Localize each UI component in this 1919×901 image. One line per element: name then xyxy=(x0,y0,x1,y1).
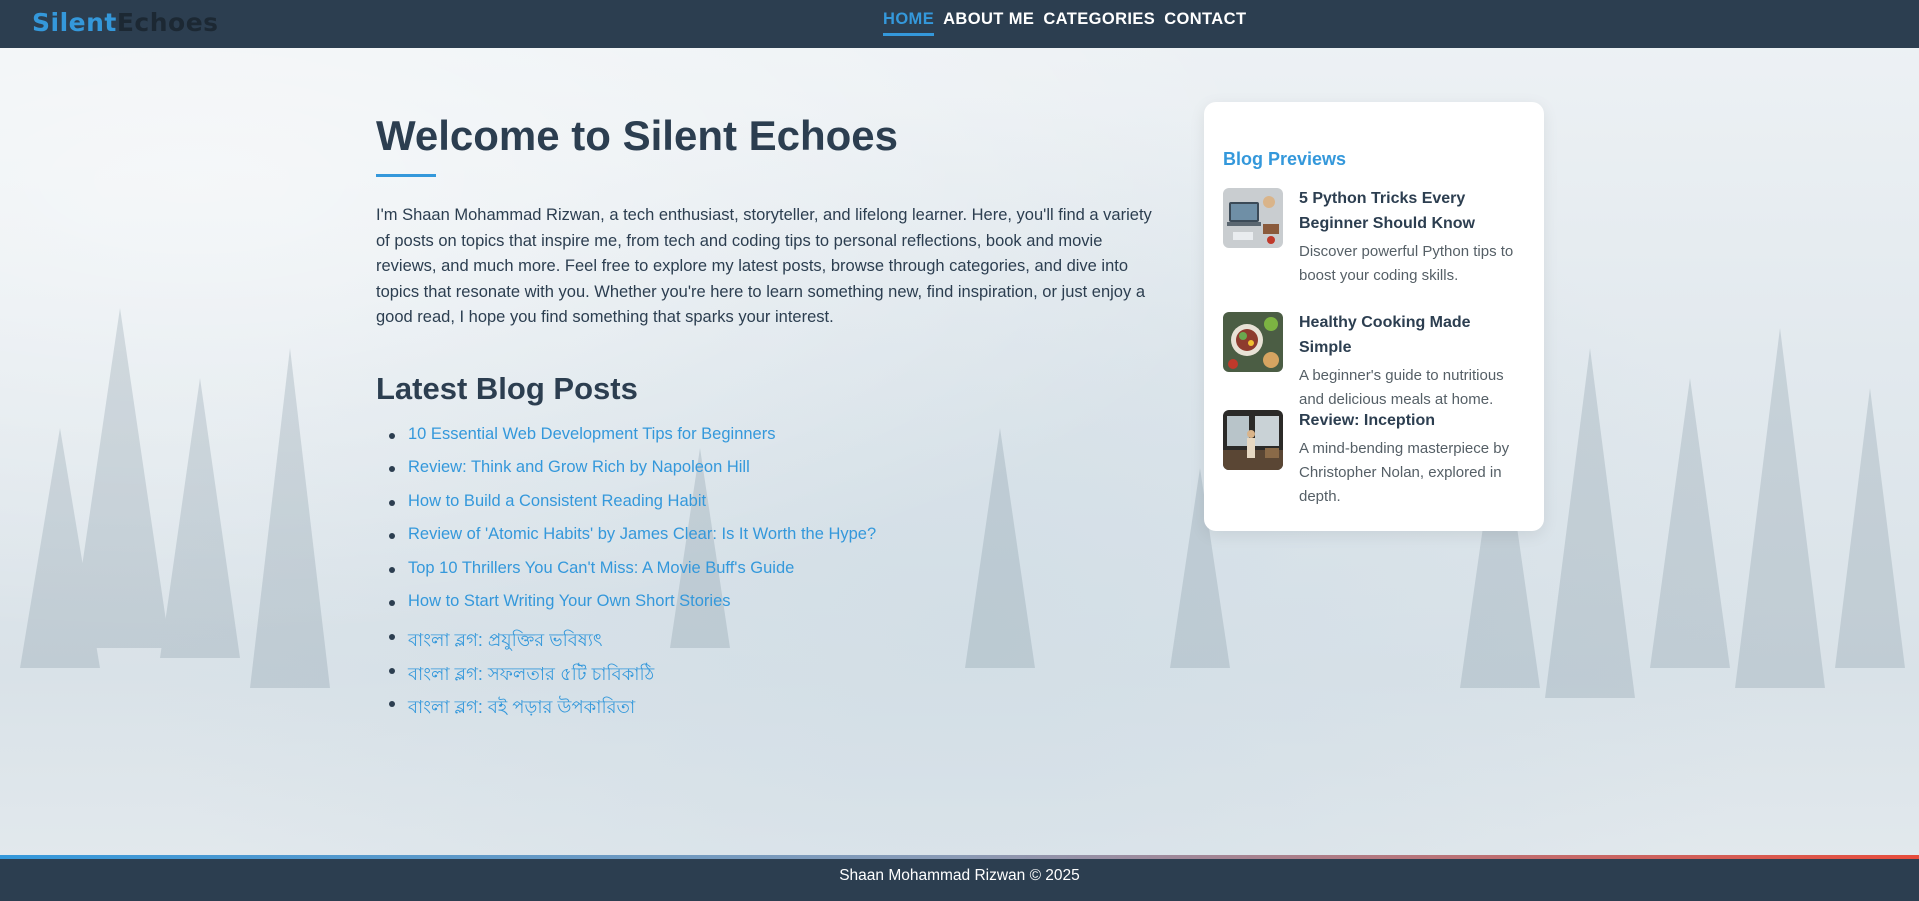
title-underline xyxy=(376,174,436,177)
nav-contact[interactable]: CONTACT xyxy=(1164,10,1246,36)
nav-about-me[interactable]: ABOUT ME xyxy=(943,10,1034,36)
post-link[interactable]: How to Start Writing Your Own Short Stor… xyxy=(408,592,731,610)
laptop-desk-thumbnail[interactable] xyxy=(1223,188,1283,248)
post-list-item: Review of 'Atomic Habits' by James Clear… xyxy=(389,525,1166,559)
preview-title[interactable]: 5 Python Tricks Every Beginner Should Kn… xyxy=(1299,186,1526,236)
top-navbar: SilentEchoes HOME ABOUT ME CATEGORIES CO… xyxy=(0,0,1919,48)
post-list-item: Review: Think and Grow Rich by Napoleon … xyxy=(389,458,1166,492)
post-link[interactable]: Top 10 Thrillers You Can't Miss: A Movie… xyxy=(408,559,794,577)
post-link[interactable]: Review: Think and Grow Rich by Napoleon … xyxy=(408,458,750,476)
preview-title[interactable]: Healthy Cooking Made Simple xyxy=(1299,310,1526,360)
page-title: Welcome to Silent Echoes xyxy=(376,112,899,159)
nav-categories[interactable]: CATEGORIES xyxy=(1043,10,1155,36)
latest-posts-heading: Latest Blog Posts xyxy=(376,370,638,406)
main-content: Welcome to Silent Echoes I'm Shaan Moham… xyxy=(376,108,1166,727)
blog-previews-card: Blog Previews 5 Python Tricks Every Begi… xyxy=(1204,102,1544,531)
logo-part-echoes: Echoes xyxy=(116,8,219,37)
movie-scene-thumbnail[interactable] xyxy=(1223,410,1283,470)
site-logo[interactable]: SilentEchoes xyxy=(32,8,219,37)
post-list-item: বাংলা ব্লগ: বই পড়ার উপকারিতা xyxy=(389,693,1166,727)
logo-part-silent: Silent xyxy=(32,8,117,37)
preview-item[interactable]: Healthy Cooking Made Simple A beginner's… xyxy=(1223,310,1526,408)
post-link[interactable]: বাংলা ব্লগ: প্রযুক্তির ভবিষ্যৎ xyxy=(408,630,603,650)
post-list-item: Top 10 Thrillers You Can't Miss: A Movie… xyxy=(389,559,1166,593)
post-link[interactable]: বাংলা ব্লগ: সফলতার ৫টি চাবিকাঠি xyxy=(408,664,654,684)
latest-posts-list: 10 Essential Web Development Tips for Be… xyxy=(376,425,1166,727)
preview-description: Discover powerful Python tips to boost y… xyxy=(1299,243,1514,284)
post-link[interactable]: 10 Essential Web Development Tips for Be… xyxy=(408,425,775,443)
post-list-item: বাংলা ব্লগ: সফলতার ৫টি চাবিকাঠি xyxy=(389,660,1166,694)
nav-home[interactable]: HOME xyxy=(883,10,935,36)
preview-text: 5 Python Tricks Every Beginner Should Kn… xyxy=(1299,186,1526,310)
preview-item[interactable]: Review: Inception A mind-bending masterp… xyxy=(1223,408,1526,509)
preview-text: Review: Inception A mind-bending masterp… xyxy=(1299,408,1526,509)
preview-title[interactable]: Review: Inception xyxy=(1299,408,1526,433)
post-list-item: How to Start Writing Your Own Short Stor… xyxy=(389,592,1166,626)
preview-description: A beginner's guide to nutritious and del… xyxy=(1299,367,1504,408)
preview-text: Healthy Cooking Made Simple A beginner's… xyxy=(1299,310,1526,408)
post-link[interactable]: বাংলা ব্লগ: বই পড়ার উপকারিতা xyxy=(408,697,635,717)
post-link[interactable]: How to Build a Consistent Reading Habit xyxy=(408,492,706,510)
post-link[interactable]: Review of 'Atomic Habits' by James Clear… xyxy=(408,525,876,543)
main-nav: HOME ABOUT ME CATEGORIES CONTACT xyxy=(883,10,1246,36)
post-list-item: How to Build a Consistent Reading Habit xyxy=(389,492,1166,526)
site-footer: Shaan Mohammad Rizwan © 2025 xyxy=(0,855,1919,901)
intro-paragraph: I'm Shaan Mohammad Rizwan, a tech enthus… xyxy=(376,206,1152,326)
food-plate-thumbnail[interactable] xyxy=(1223,312,1283,372)
post-list-item: 10 Essential Web Development Tips for Be… xyxy=(389,425,1166,459)
preview-item[interactable]: 5 Python Tricks Every Beginner Should Kn… xyxy=(1223,186,1526,310)
footer-copyright: Shaan Mohammad Rizwan © 2025 xyxy=(839,867,1080,884)
blog-previews-heading: Blog Previews xyxy=(1223,149,1347,169)
preview-description: A mind-bending masterpiece by Christophe… xyxy=(1299,440,1510,505)
post-list-item: বাংলা ব্লগ: প্রযুক্তির ভবিষ্যৎ xyxy=(389,626,1166,660)
footer-gradient-line xyxy=(0,855,1919,859)
